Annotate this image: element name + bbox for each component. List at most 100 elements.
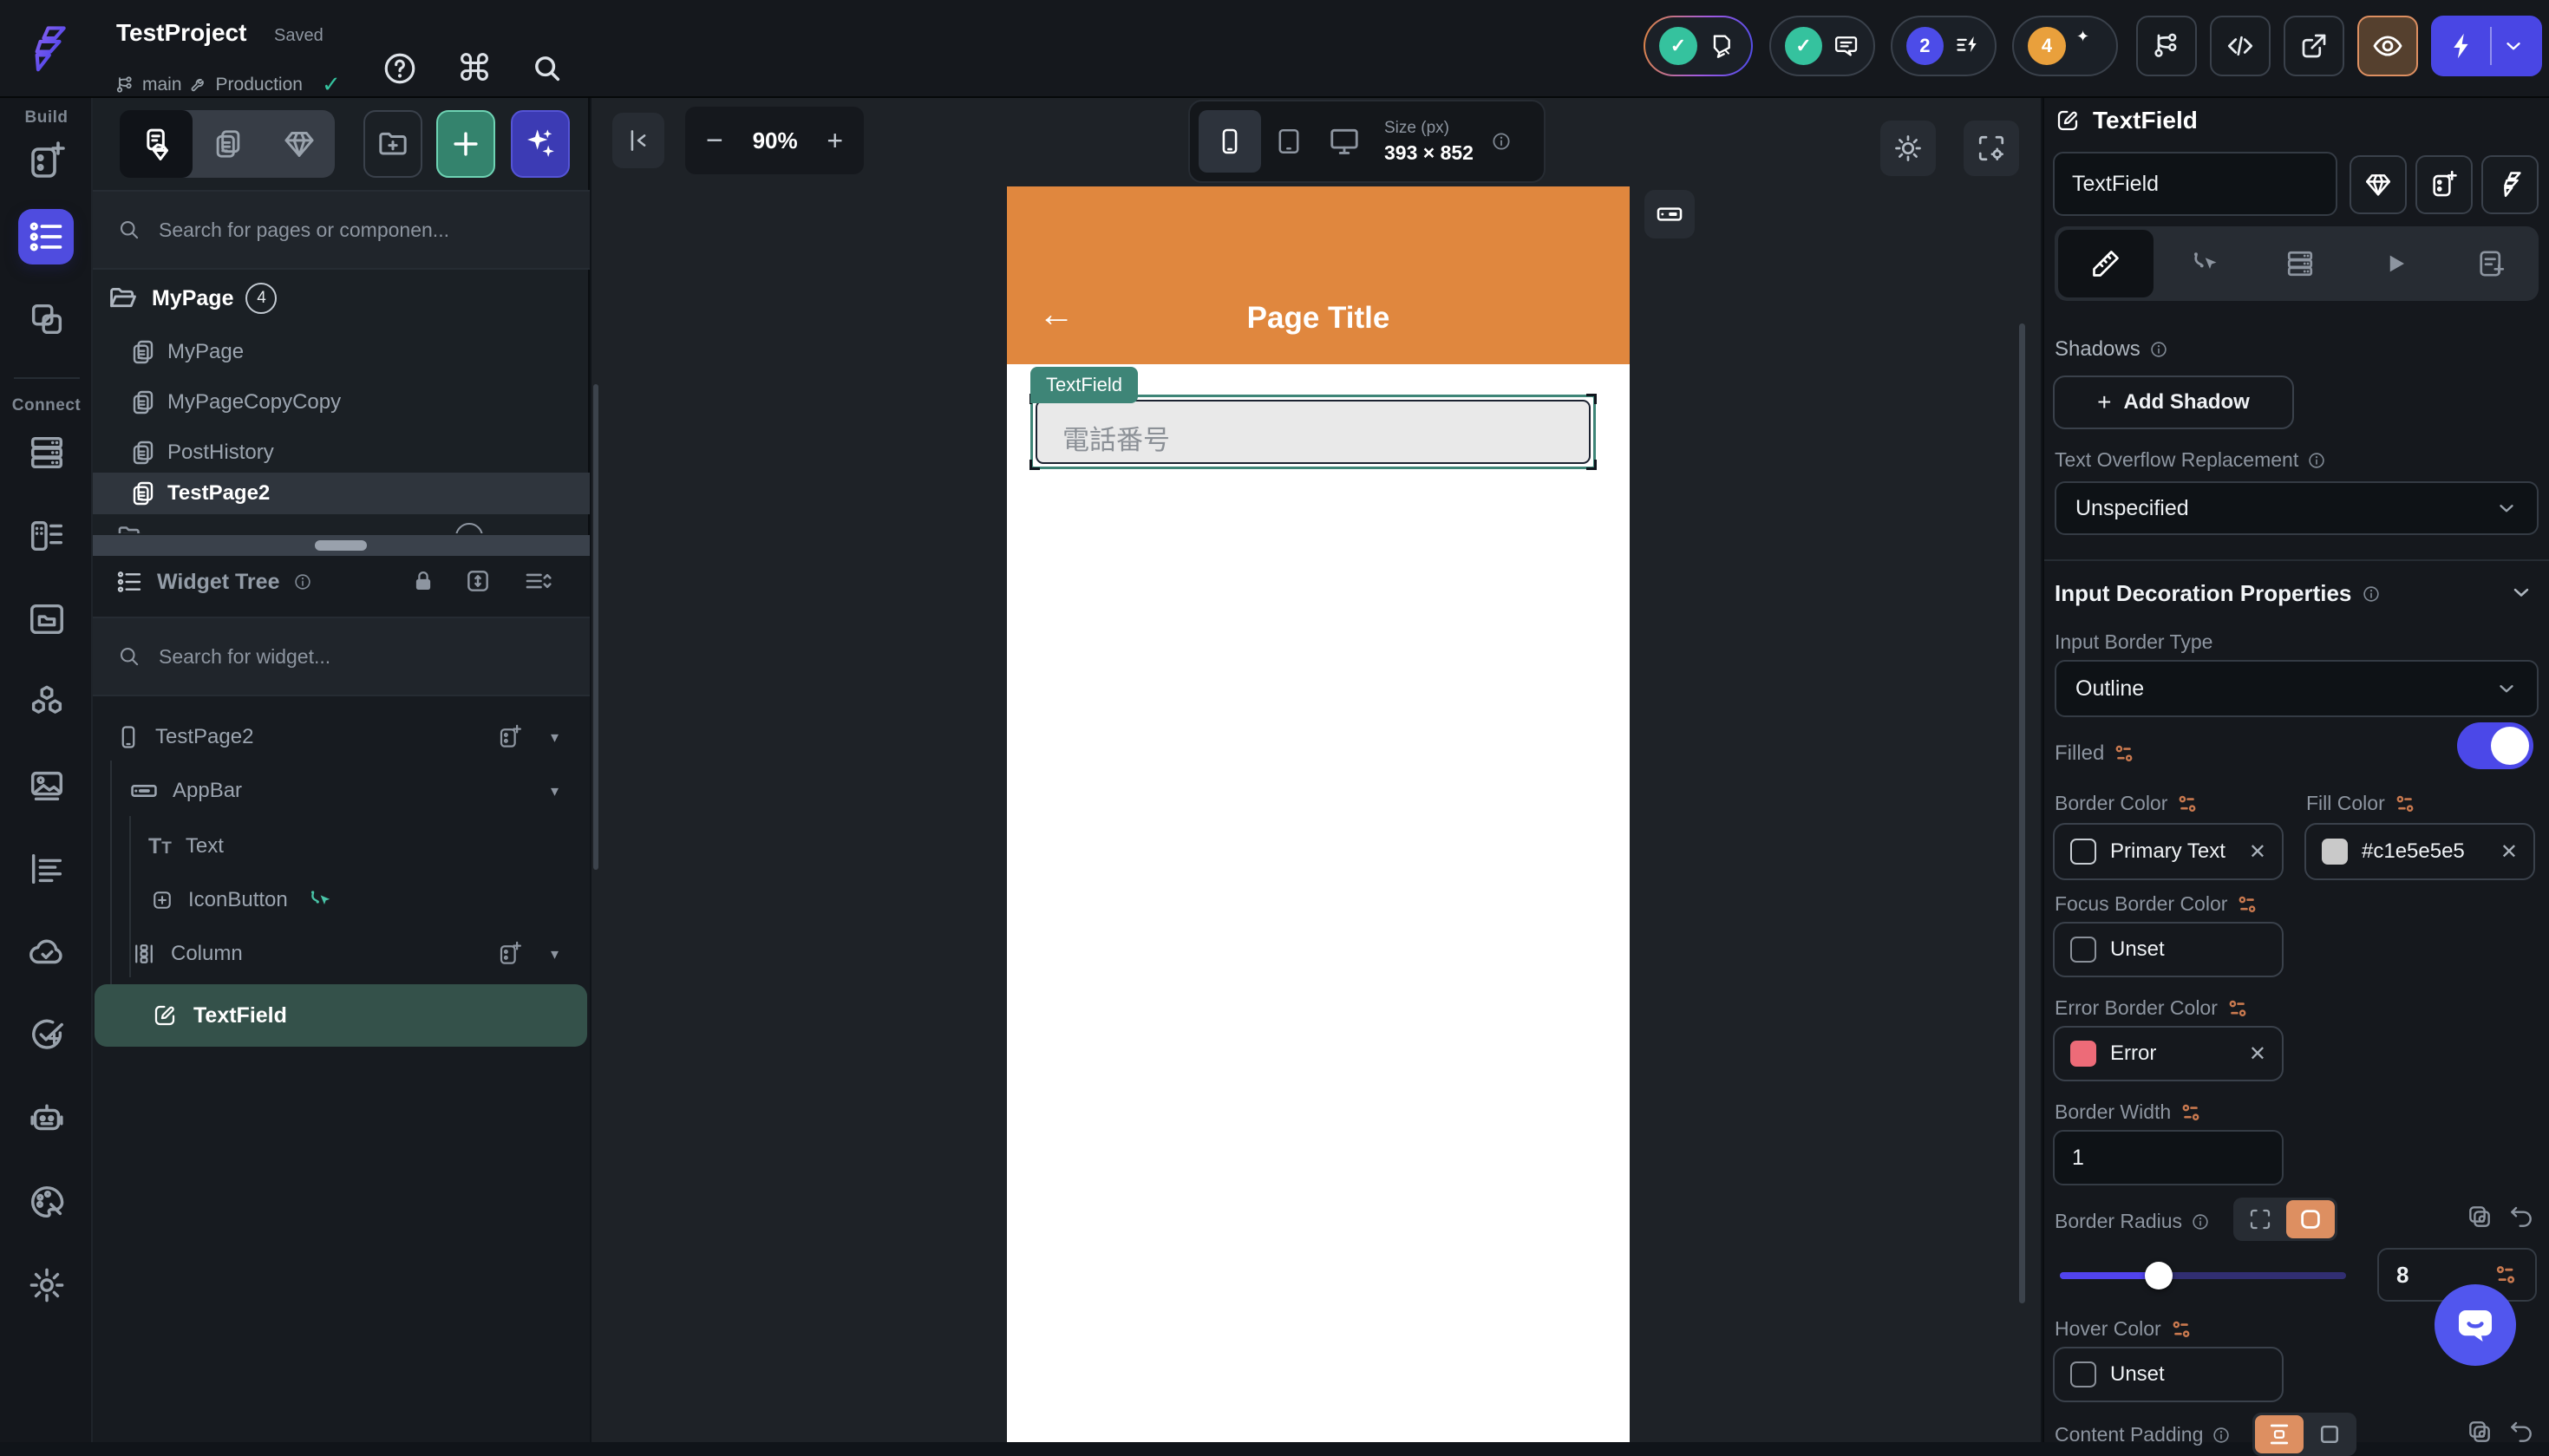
preview-appbar[interactable]: ← Page Title <box>1007 186 1630 364</box>
tab-pages[interactable] <box>120 110 193 178</box>
tab-theme-widgets[interactable] <box>264 127 335 161</box>
tab-design-properties[interactable] <box>2058 230 2154 297</box>
copy-icon[interactable] <box>2466 1418 2493 1446</box>
set-from-variable-icon[interactable] <box>2113 742 2135 765</box>
radius-per-corner-option[interactable] <box>2236 1200 2284 1238</box>
convert-to-component-button[interactable] <box>2415 155 2473 214</box>
textfield-selection-outline[interactable]: 電話番号 <box>1029 394 1597 470</box>
device-phone-button[interactable] <box>1199 110 1261 173</box>
comments-status-button[interactable]: ✓ <box>1769 16 1875 76</box>
tree-node-label[interactable]: Text <box>186 834 224 859</box>
page-row-posthistory[interactable]: PostHistory <box>93 431 590 474</box>
actions-count-button[interactable]: 2 <box>1891 16 1997 76</box>
tree-node-label[interactable]: AppBar <box>173 779 242 803</box>
add-widget-icon[interactable] <box>497 724 523 750</box>
folder-name[interactable]: MyPage <box>152 286 233 311</box>
issues-count-button[interactable]: 4 ✦ <box>2012 16 2118 76</box>
rail-widget-palette-button[interactable] <box>23 138 70 185</box>
tab-animations[interactable] <box>2348 226 2443 301</box>
tree-node-appbar[interactable]: AppBar ▾ <box>93 771 590 811</box>
selection-handle[interactable] <box>1586 460 1597 470</box>
set-from-variable-icon[interactable] <box>2180 1101 2202 1124</box>
selection-handle[interactable] <box>1029 460 1040 470</box>
widget-search-input[interactable] <box>159 644 488 669</box>
deploy-split-button[interactable] <box>2431 16 2542 76</box>
rail-page-selector-button[interactable] <box>18 209 74 264</box>
page-row-testpage2-selected[interactable]: TestPage2 <box>93 473 590 514</box>
chevron-down-icon[interactable]: ▾ <box>551 945 559 963</box>
selection-handle[interactable] <box>1586 394 1597 404</box>
tab-tests[interactable] <box>2443 226 2539 301</box>
copy-icon[interactable] <box>2466 1203 2493 1231</box>
keyboard-toggle-button[interactable] <box>1644 190 1695 238</box>
light-mode-button[interactable] <box>1880 121 1936 176</box>
page-label[interactable]: MyPage <box>167 340 244 364</box>
tree-node-text[interactable]: TT Text <box>93 826 590 866</box>
collapse-panel-button[interactable] <box>612 113 664 168</box>
deploy-chevron-icon[interactable] <box>2502 35 2525 57</box>
clear-icon[interactable]: ✕ <box>2500 839 2518 865</box>
expand-collapse-icon[interactable] <box>464 567 492 595</box>
textfield-placeholder[interactable]: 電話番号 <box>1062 418 1170 457</box>
rail-settings-button[interactable] <box>23 1262 70 1309</box>
code-view-button[interactable] <box>2210 16 2271 76</box>
chevron-down-icon[interactable]: ▾ <box>551 728 559 747</box>
set-from-variable-icon[interactable] <box>2394 793 2416 815</box>
device-tablet-button[interactable] <box>1261 127 1317 156</box>
radius-all-corners-option[interactable] <box>2286 1200 2335 1238</box>
theme-widget-button[interactable] <box>2350 155 2407 214</box>
rail-app-values-button[interactable] <box>23 846 70 892</box>
page-label[interactable]: PostHistory <box>167 441 274 465</box>
fill-color-chip[interactable]: #c1e5e5e5 ✕ <box>2304 823 2535 880</box>
error-border-color-chip[interactable]: Error ✕ <box>2053 1026 2284 1081</box>
zoom-out-button[interactable]: − <box>706 124 723 158</box>
tree-node-iconbutton[interactable]: IconButton <box>93 880 590 920</box>
splitter-handle[interactable] <box>315 540 367 551</box>
preview-mode-button[interactable] <box>2357 16 2418 76</box>
support-chat-button[interactable] <box>2435 1284 2516 1366</box>
tree-node-label[interactable]: Column <box>171 942 243 966</box>
rail-cloud-functions-button[interactable] <box>23 929 70 976</box>
folder-row-mypage[interactable]: MyPage 4 <box>107 282 278 315</box>
set-from-variable-icon[interactable] <box>2226 997 2249 1020</box>
open-preview-button[interactable] <box>2284 16 2344 76</box>
set-from-variable-icon[interactable] <box>2236 893 2258 916</box>
padding-all-option[interactable] <box>2305 1415 2354 1453</box>
canvas-settings-button[interactable] <box>1964 121 2019 176</box>
tree-options-icon[interactable] <box>523 566 552 596</box>
text-overflow-dropdown[interactable]: Unspecified <box>2055 481 2539 535</box>
help-button[interactable] <box>382 50 418 87</box>
reset-icon[interactable] <box>2507 1203 2535 1231</box>
shortcuts-button[interactable]: ⌘ <box>456 47 493 89</box>
global-search-button[interactable] <box>531 52 564 85</box>
rail-database-button[interactable] <box>23 429 70 476</box>
rail-integrations-button[interactable] <box>23 679 70 726</box>
set-from-variable-icon[interactable] <box>2176 793 2199 815</box>
focus-border-color-chip[interactable]: Unset <box>2053 922 2284 977</box>
page-row-mypagecopycopy[interactable]: MyPageCopyCopy <box>93 381 590 424</box>
page-label[interactable]: MyPageCopyCopy <box>167 390 341 415</box>
rail-tests-button[interactable] <box>23 1012 70 1059</box>
widget-name-input[interactable] <box>2053 152 2337 216</box>
border-color-chip[interactable]: Primary Text ✕ <box>2053 823 2284 880</box>
tab-components[interactable] <box>193 127 264 160</box>
tree-node-textfield-selected[interactable]: TextField <box>95 984 587 1047</box>
branching-button[interactable] <box>2136 16 2197 76</box>
reset-icon[interactable] <box>2507 1418 2535 1446</box>
tree-node-column[interactable]: Column ▾ <box>93 934 590 974</box>
add-shadow-button[interactable]: + Add Shadow <box>2053 375 2294 429</box>
environment-name[interactable]: Production <box>216 75 303 95</box>
add-page-button[interactable] <box>436 110 495 178</box>
ai-page-gen-button[interactable] <box>511 110 570 178</box>
pages-search-input[interactable] <box>159 218 488 242</box>
tab-actions[interactable] <box>2157 226 2252 301</box>
border-radius-slider-track[interactable] <box>2060 1262 2346 1290</box>
ff-docs-button[interactable] <box>2481 155 2539 214</box>
preview-page-title[interactable]: Page Title <box>1007 301 1630 336</box>
canvas-right-scrollbar[interactable] <box>2019 323 2025 1303</box>
ai-agent-status-button[interactable]: ✓ <box>1644 16 1753 76</box>
padding-symmetric-option[interactable] <box>2255 1415 2304 1453</box>
tree-node-label[interactable]: IconButton <box>188 888 288 912</box>
rail-data-types-button[interactable] <box>23 513 70 559</box>
add-folder-button[interactable] <box>363 110 422 178</box>
